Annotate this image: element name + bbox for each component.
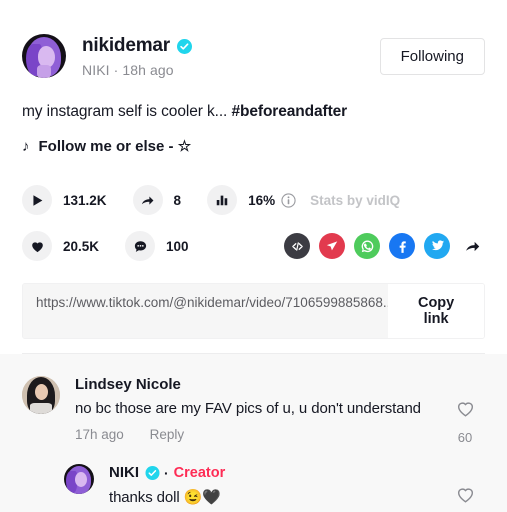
- author-subline: NIKI · 18h ago: [82, 62, 174, 78]
- author-row: nikidemar NIKI · 18h ago Following: [22, 0, 485, 78]
- play-count-stat: 131.2K: [22, 185, 107, 215]
- share-more-icon[interactable]: [459, 233, 485, 259]
- heart-icon: [22, 231, 52, 261]
- like-count-stat[interactable]: 20.5K: [22, 231, 99, 261]
- comment-text: thanks doll 😉🖤: [109, 489, 221, 506]
- engagement-value: 16%: [248, 192, 276, 208]
- comment-like-column[interactable]: 60: [445, 398, 485, 445]
- commenter-avatar[interactable]: [64, 464, 94, 494]
- verified-badge-icon: [145, 465, 160, 480]
- share-arrow-icon: [132, 185, 163, 215]
- commenter-avatar[interactable]: [22, 376, 60, 414]
- comment-like-column[interactable]: 13: [445, 484, 485, 512]
- twitter-icon[interactable]: [424, 233, 450, 259]
- facebook-icon[interactable]: [389, 233, 415, 259]
- music-row[interactable]: ♪ Follow me or else - ☆: [22, 137, 485, 156]
- comment-reply-button[interactable]: Reply: [150, 427, 185, 442]
- tiktok-post-page: nikidemar NIKI · 18h ago Following my in…: [0, 0, 507, 512]
- comment-meta: 17h ago Reply: [75, 427, 425, 442]
- comments-section: Lindsey Nicole no bc those are my FAV pi…: [0, 354, 507, 512]
- comment-text: no bc those are my FAV pics of u, u don'…: [75, 400, 421, 417]
- avatar-shape: [35, 384, 48, 400]
- author-text: nikidemar NIKI · 18h ago: [82, 34, 380, 78]
- caption-text: my instagram self is cooler k...: [22, 103, 232, 120]
- comment-timestamp: 17h ago: [75, 427, 124, 442]
- stats-row-primary: 131.2K 8 16% Stats by vidIQ: [22, 185, 485, 215]
- share-icons-group: [284, 233, 485, 259]
- pinterest-send-icon[interactable]: [319, 233, 345, 259]
- copy-link-button[interactable]: Copy link: [388, 284, 484, 338]
- comment-like-count: 60: [457, 430, 473, 445]
- heart-outline-icon[interactable]: [455, 484, 476, 505]
- heart-outline-icon[interactable]: [455, 398, 476, 419]
- info-circle-icon[interactable]: [281, 192, 296, 208]
- comment-count-stat[interactable]: 100: [125, 231, 189, 261]
- comment-author-name: Lindsey Nicole: [75, 376, 181, 393]
- avatar-shape: [30, 403, 52, 414]
- creator-badge: Creator: [173, 464, 226, 481]
- share-link-row: https://www.tiktok.com/@nikidemar/video/…: [22, 283, 485, 339]
- creator-separator: ·: [164, 464, 169, 481]
- avatar-shape: [75, 472, 87, 487]
- comment-author[interactable]: Lindsey Nicole: [75, 376, 425, 393]
- whatsapp-icon[interactable]: [354, 233, 380, 259]
- avatar-shape: [37, 65, 51, 78]
- share-count-stat: 8: [132, 185, 182, 215]
- video-url-field[interactable]: https://www.tiktok.com/@nikidemar/video/…: [23, 284, 389, 338]
- verified-badge-icon: [176, 38, 192, 54]
- comment-body: NIKI · Creator thanks doll 😉🖤 15h ago Re…: [109, 464, 485, 512]
- post-caption: my instagram self is cooler k... #before…: [22, 103, 485, 121]
- bar-chart-icon: [207, 185, 238, 215]
- comment-author[interactable]: NIKI · Creator: [109, 464, 425, 481]
- embed-code-icon[interactable]: [284, 233, 310, 259]
- comment-body: Lindsey Nicole no bc those are my FAV pi…: [75, 376, 485, 442]
- comment-author-name: NIKI: [109, 464, 139, 481]
- comment-item: Lindsey Nicole no bc those are my FAV pi…: [22, 376, 485, 445]
- author-username[interactable]: nikidemar: [82, 35, 170, 57]
- following-button[interactable]: Following: [379, 38, 485, 75]
- play-count-value: 131.2K: [63, 192, 107, 208]
- share-count-value: 8: [173, 192, 182, 208]
- username-line: nikidemar: [82, 35, 380, 57]
- comment-item: NIKI · Creator thanks doll 😉🖤 15h ago Re…: [64, 464, 485, 512]
- author-avatar[interactable]: [22, 34, 66, 78]
- play-icon: [22, 185, 52, 215]
- music-title: Follow me or else - ☆: [38, 138, 192, 155]
- post-header-section: nikidemar NIKI · 18h ago Following my in…: [0, 0, 507, 354]
- music-note-icon: ♪: [22, 137, 30, 155]
- stats-row-secondary: 20.5K 100: [22, 231, 485, 261]
- stats-attribution: Stats by vidIQ: [310, 192, 401, 208]
- comment-bubble-icon: [125, 231, 156, 261]
- comment-count-value: 100: [166, 238, 189, 254]
- caption-hashtag[interactable]: #beforeandafter: [231, 103, 347, 120]
- like-count-value: 20.5K: [63, 238, 100, 254]
- engagement-stat: 16% Stats by vidIQ: [207, 185, 400, 215]
